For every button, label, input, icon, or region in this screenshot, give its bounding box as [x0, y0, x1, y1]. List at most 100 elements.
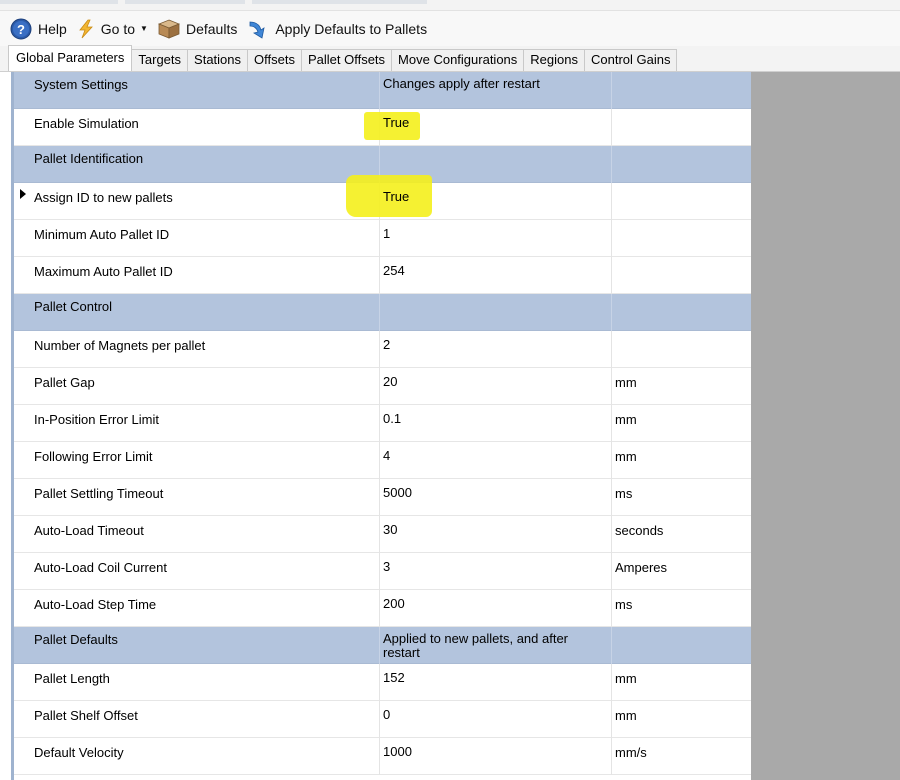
table-row[interactable]: Pallet Gap 20 mm — [14, 368, 751, 405]
parameter-value: Changes apply after restart — [379, 72, 611, 109]
parameter-name: Pallet Defaults — [34, 632, 118, 647]
parameter-value[interactable]: 0.1 — [379, 405, 611, 442]
table-row[interactable]: Pallet Settling Timeout 5000 ms — [14, 479, 751, 516]
parameter-value[interactable]: 3 — [379, 553, 611, 590]
svg-text:?: ? — [17, 22, 25, 37]
parameter-name: Maximum Auto Pallet ID — [34, 264, 173, 279]
parameter-value[interactable]: 254 — [379, 257, 611, 294]
box-icon — [157, 19, 180, 39]
parameter-unit — [611, 109, 751, 146]
parameter-value[interactable]: 1 — [379, 220, 611, 257]
tab-offsets[interactable]: Offsets — [247, 49, 302, 71]
parameter-value[interactable]: 4 — [379, 442, 611, 479]
parameter-unit: mm — [611, 701, 751, 738]
defaults-button[interactable]: Defaults — [157, 15, 238, 43]
parameter-value: Applied to new pallets, and after restar… — [379, 627, 611, 664]
section-row-pallet-control: Pallet Control — [14, 294, 751, 331]
parameter-unit: ms — [611, 479, 751, 516]
tab-pallet-offsets[interactable]: Pallet Offsets — [300, 49, 393, 71]
parameter-name: Pallet Shelf Offset — [34, 708, 138, 723]
parameter-unit — [611, 146, 751, 183]
parameter-unit: ms — [611, 590, 751, 627]
parameter-value[interactable]: 30 — [379, 516, 611, 553]
table-row[interactable]: Following Error Limit 4 mm — [14, 442, 751, 479]
parameter-name: Auto-Load Step Time — [34, 597, 157, 612]
parameter-unit — [611, 72, 751, 109]
parameter-name: Default Velocity — [34, 745, 124, 760]
parameter-unit: mm — [611, 405, 751, 442]
parameter-value[interactable]: True — [346, 175, 611, 220]
parameter-value[interactable]: 2 — [379, 331, 611, 368]
help-button[interactable]: ? Help — [10, 15, 67, 43]
parameter-unit: seconds — [611, 516, 751, 553]
parameter-unit: mm — [611, 664, 751, 701]
parameter-unit — [611, 627, 751, 664]
tab-control-gains[interactable]: Control Gains — [583, 49, 678, 71]
table-row[interactable]: In-Position Error Limit 0.1 mm — [14, 405, 751, 442]
tab-strip: Global Parameters Targets Stations Offse… — [0, 45, 900, 72]
table-row[interactable]: Pallet Length 152 mm — [14, 664, 751, 701]
lightning-icon — [77, 19, 95, 39]
parameter-name: Number of Magnets per pallet — [34, 338, 206, 353]
help-label: Help — [38, 20, 67, 37]
parameter-name: Auto-Load Coil Current — [34, 560, 167, 575]
parameter-name: Pallet Settling Timeout — [34, 486, 164, 501]
tab-regions[interactable]: Regions — [523, 49, 585, 71]
defaults-label: Defaults — [185, 20, 238, 37]
parameter-value[interactable]: 152 — [379, 664, 611, 701]
table-row[interactable]: Auto-Load Step Time 200 ms — [14, 590, 751, 627]
chevron-down-icon: ▼ — [140, 24, 148, 33]
parameter-name: Pallet Identification — [34, 151, 144, 166]
apply-defaults-button[interactable]: Apply Defaults to Pallets — [247, 15, 427, 43]
parameter-name: System Settings — [34, 77, 128, 92]
parameter-value[interactable]: 0 — [379, 701, 611, 738]
parameter-name: Minimum Auto Pallet ID — [34, 227, 170, 242]
parameter-name: Enable Simulation — [34, 116, 139, 131]
parameter-value[interactable]: 5000 — [379, 479, 611, 516]
toolbar: ? Help Go to ▼ Defaults Apply Defaults t… — [0, 10, 900, 46]
empty-panel-area — [751, 72, 900, 780]
section-row-pallet-defaults: Pallet Defaults Applied to new pallets, … — [14, 627, 751, 664]
window-top-strip — [0, 0, 900, 10]
parameter-name: Pallet Gap — [34, 375, 95, 390]
table-row[interactable]: Enable Simulation True — [14, 109, 751, 146]
goto-button[interactable]: Go to ▼ — [77, 15, 148, 43]
section-row-system-settings: System Settings Changes apply after rest… — [14, 72, 751, 109]
table-row-selected[interactable]: Assign ID to new pallets True — [14, 175, 751, 220]
apply-defaults-label: Apply Defaults to Pallets — [275, 20, 428, 37]
table-row[interactable]: Minimum Auto Pallet ID 1 — [14, 220, 751, 257]
parameter-unit — [611, 183, 751, 220]
tab-stations[interactable]: Stations — [187, 49, 249, 71]
parameter-unit — [611, 331, 751, 368]
parameter-value — [379, 294, 611, 331]
arrow-down-right-icon — [247, 18, 269, 40]
parameter-name: Pallet Length — [34, 671, 110, 686]
parameter-unit: mm — [611, 368, 751, 405]
parameter-name: Auto-Load Timeout — [34, 523, 144, 538]
parameter-value[interactable]: True — [364, 109, 611, 146]
parameter-name: Following Error Limit — [34, 449, 153, 464]
table-row[interactable]: Maximum Auto Pallet ID 254 — [14, 257, 751, 294]
parameter-unit — [611, 294, 751, 331]
goto-label: Go to — [100, 20, 136, 37]
table-row[interactable]: Pallet Shelf Offset 0 mm — [14, 701, 751, 738]
parameters-grid: System Settings Changes apply after rest… — [14, 72, 751, 775]
parameter-value[interactable]: 1000 — [379, 738, 611, 775]
table-row[interactable]: Auto-Load Coil Current 3 Amperes — [14, 553, 751, 590]
table-row[interactable]: Number of Magnets per pallet 2 — [14, 331, 751, 368]
parameter-value[interactable]: 20 — [379, 368, 611, 405]
tab-move-configurations[interactable]: Move Configurations — [391, 49, 525, 71]
table-row[interactable]: Default Velocity 1000 mm/s — [14, 738, 751, 775]
parameter-name: In-Position Error Limit — [34, 412, 159, 427]
table-row[interactable]: Auto-Load Timeout 30 seconds — [14, 516, 751, 553]
parameter-unit: Amperes — [611, 553, 751, 590]
tab-targets[interactable]: Targets — [131, 49, 189, 71]
tab-global-parameters[interactable]: Global Parameters — [8, 45, 133, 71]
parameter-unit: mm/s — [611, 738, 751, 775]
help-icon: ? — [10, 18, 32, 40]
parameter-name: Pallet Control — [34, 299, 113, 314]
parameter-name: Assign ID to new pallets — [34, 190, 173, 205]
parameter-unit — [611, 220, 751, 257]
parameter-value[interactable]: 200 — [379, 590, 611, 627]
parameter-unit — [611, 257, 751, 294]
